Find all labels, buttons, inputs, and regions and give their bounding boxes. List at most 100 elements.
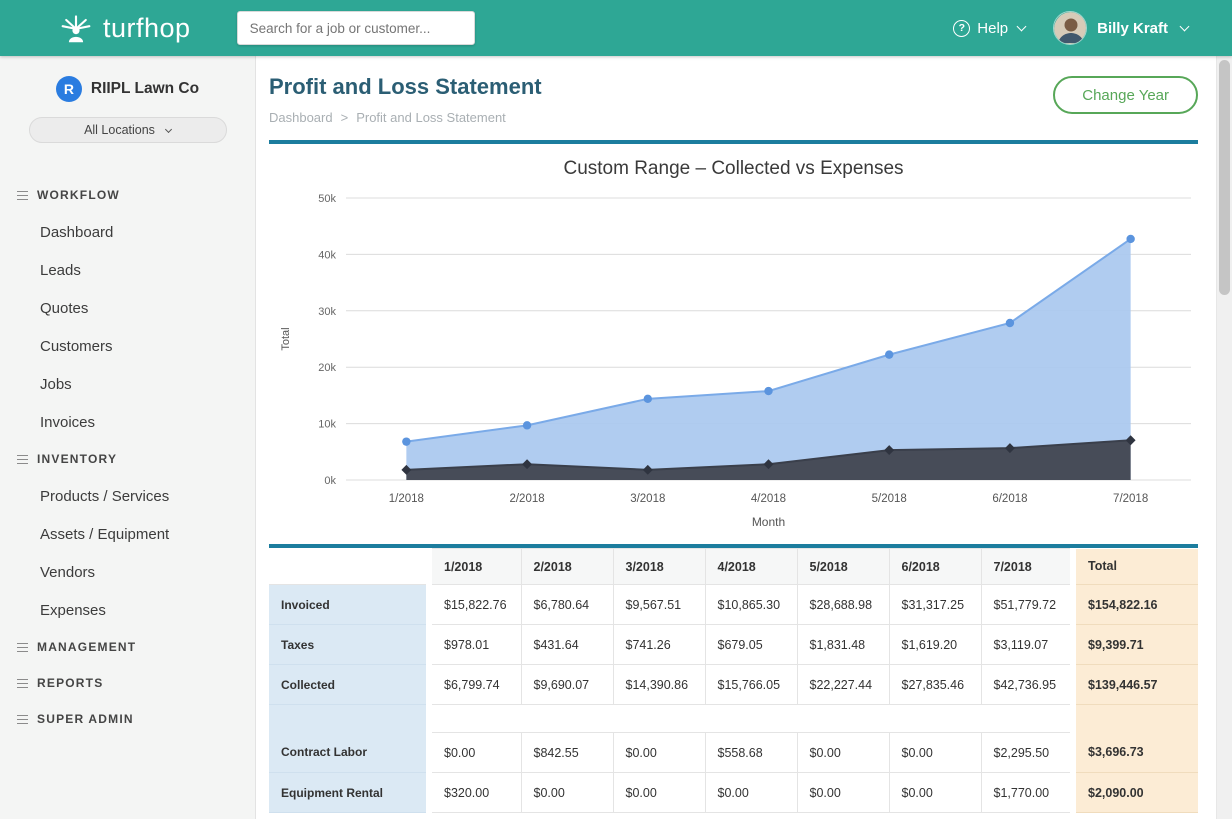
column-header-1-2018: 1/2018	[429, 549, 521, 585]
pnl-table-card: 1/20182/20183/20184/20185/20186/20187/20…	[269, 544, 1198, 813]
sidebar-item-leads[interactable]: Leads	[0, 251, 255, 289]
column-header-7-2018: 7/2018	[981, 549, 1073, 585]
table-row-invoiced: Invoiced$15,822.76$6,780.64$9,567.51$10,…	[269, 585, 1198, 625]
sidebar-section-inventory[interactable]: INVENTORY	[0, 441, 255, 477]
top-header: turfhop ? Help Billy Kraft	[0, 0, 1232, 56]
topbar-right: ? Help Billy Kraft	[953, 11, 1188, 45]
cell-value: $15,822.76	[429, 585, 521, 625]
help-label: Help	[977, 20, 1008, 37]
sidebar-item-jobs[interactable]: Jobs	[0, 365, 255, 403]
change-year-button[interactable]: Change Year	[1053, 76, 1198, 114]
sidebar-section-reports[interactable]: REPORTS	[0, 665, 255, 701]
breadcrumb: Dashboard > Profit and Loss Statement	[269, 110, 1198, 125]
cell-value: $42,736.95	[981, 665, 1073, 705]
cell-value: $10,865.30	[705, 585, 797, 625]
locations-dropdown[interactable]: All Locations	[29, 117, 227, 143]
sidebar-item-vendors[interactable]: Vendors	[0, 553, 255, 591]
cell-value: $9,690.07	[521, 665, 613, 705]
cell-value: $3,119.07	[981, 625, 1073, 665]
company-selector[interactable]: R RIIPL Lawn Co	[0, 56, 255, 102]
table-spacer-row	[269, 705, 1198, 733]
sidebar-item-invoices[interactable]: Invoices	[0, 403, 255, 441]
sidebar-section-label: WORKFLOW	[37, 188, 120, 202]
breadcrumb-dashboard[interactable]: Dashboard	[269, 110, 333, 125]
search-input[interactable]	[237, 11, 475, 45]
sidebar-section-super-admin[interactable]: SUPER ADMIN	[0, 701, 255, 737]
breadcrumb-current: Profit and Loss Statement	[356, 110, 506, 125]
company-name: RIIPL Lawn Co	[91, 80, 199, 98]
row-label: Contract Labor	[269, 733, 429, 773]
chevron-down-icon	[165, 125, 172, 132]
cell-value: $978.01	[429, 625, 521, 665]
svg-text:10k: 10k	[318, 419, 336, 431]
column-header-3-2018: 3/2018	[613, 549, 705, 585]
sidebar-section-workflow[interactable]: WORKFLOW	[0, 177, 255, 213]
row-total: $154,822.16	[1073, 585, 1198, 625]
cell-value: $9,567.51	[613, 585, 705, 625]
pnl-table: 1/20182/20183/20184/20185/20186/20187/20…	[269, 548, 1198, 813]
cell-value: $0.00	[705, 773, 797, 813]
cell-value: $0.00	[797, 733, 889, 773]
cell-value: $320.00	[429, 773, 521, 813]
sidebar-section-label: REPORTS	[37, 676, 103, 690]
cell-value: $51,779.72	[981, 585, 1073, 625]
svg-text:1/2018: 1/2018	[389, 493, 424, 505]
cell-value: $679.05	[705, 625, 797, 665]
row-label: Equipment Rental	[269, 773, 429, 813]
sidebar-section-label: SUPER ADMIN	[37, 712, 134, 726]
sidebar-item-dashboard[interactable]: Dashboard	[0, 213, 255, 251]
sidebar-section-management[interactable]: MANAGEMENT	[0, 629, 255, 665]
help-icon: ?	[953, 20, 970, 37]
chevron-down-icon	[1017, 21, 1027, 31]
cell-value: $1,770.00	[981, 773, 1073, 813]
cell-value: $0.00	[613, 773, 705, 813]
sidebar-section-label: MANAGEMENT	[37, 640, 136, 654]
user-menu[interactable]: Billy Kraft	[1053, 11, 1188, 45]
section-lines-icon	[17, 455, 28, 464]
cell-value: $431.64	[521, 625, 613, 665]
cell-value: $741.26	[613, 625, 705, 665]
chevron-down-icon	[1180, 21, 1190, 31]
svg-text:20k: 20k	[318, 362, 336, 374]
sidebar-item-customers[interactable]: Customers	[0, 327, 255, 365]
section-lines-icon	[17, 679, 28, 688]
scrollbar-track[interactable]	[1216, 56, 1232, 819]
sidebar-item-assets-equipment[interactable]: Assets / Equipment	[0, 515, 255, 553]
chart-card: Custom Range – Collected vs Expenses 0k1…	[269, 140, 1198, 534]
column-header-6-2018: 6/2018	[889, 549, 981, 585]
sidebar-item-products-services[interactable]: Products / Services	[0, 477, 255, 515]
table-row-collected: Collected$6,799.74$9,690.07$14,390.86$15…	[269, 665, 1198, 705]
svg-text:Month: Month	[752, 515, 785, 529]
cell-value: $0.00	[521, 773, 613, 813]
table-row-taxes: Taxes$978.01$431.64$741.26$679.05$1,831.…	[269, 625, 1198, 665]
scrollbar-thumb[interactable]	[1219, 60, 1230, 295]
user-avatar	[1053, 11, 1087, 45]
cell-value: $1,831.48	[797, 625, 889, 665]
company-logo-badge: R	[56, 76, 82, 102]
table-row-equipment-rental: Equipment Rental$320.00$0.00$0.00$0.00$0…	[269, 773, 1198, 813]
collected-vs-expenses-area-chart: 0k10k20k30k40k50k1/20182/20183/20184/201…	[269, 182, 1199, 534]
row-label: Taxes	[269, 625, 429, 665]
row-label	[269, 705, 429, 733]
svg-text:7/2018: 7/2018	[1113, 493, 1148, 505]
column-header-2-2018: 2/2018	[521, 549, 613, 585]
row-total: $3,696.73	[1073, 733, 1198, 773]
cell-value: $2,295.50	[981, 733, 1073, 773]
cell-value	[613, 705, 705, 733]
column-header-total: Total	[1073, 549, 1198, 585]
main-content: Profit and Loss Statement Dashboard > Pr…	[256, 56, 1216, 819]
row-total	[1073, 705, 1198, 733]
brand-logo[interactable]: turfhop	[58, 12, 191, 44]
cell-value: $6,780.64	[521, 585, 613, 625]
cell-value: $22,227.44	[797, 665, 889, 705]
cell-value: $6,799.74	[429, 665, 521, 705]
sidebar-item-expenses[interactable]: Expenses	[0, 591, 255, 629]
cell-value: $15,766.05	[705, 665, 797, 705]
cell-value	[797, 705, 889, 733]
sidebar-item-quotes[interactable]: Quotes	[0, 289, 255, 327]
svg-text:5/2018: 5/2018	[872, 493, 907, 505]
column-header-5-2018: 5/2018	[797, 549, 889, 585]
svg-text:Total: Total	[280, 327, 292, 350]
cell-value: $842.55	[521, 733, 613, 773]
help-menu[interactable]: ? Help	[953, 20, 1025, 37]
